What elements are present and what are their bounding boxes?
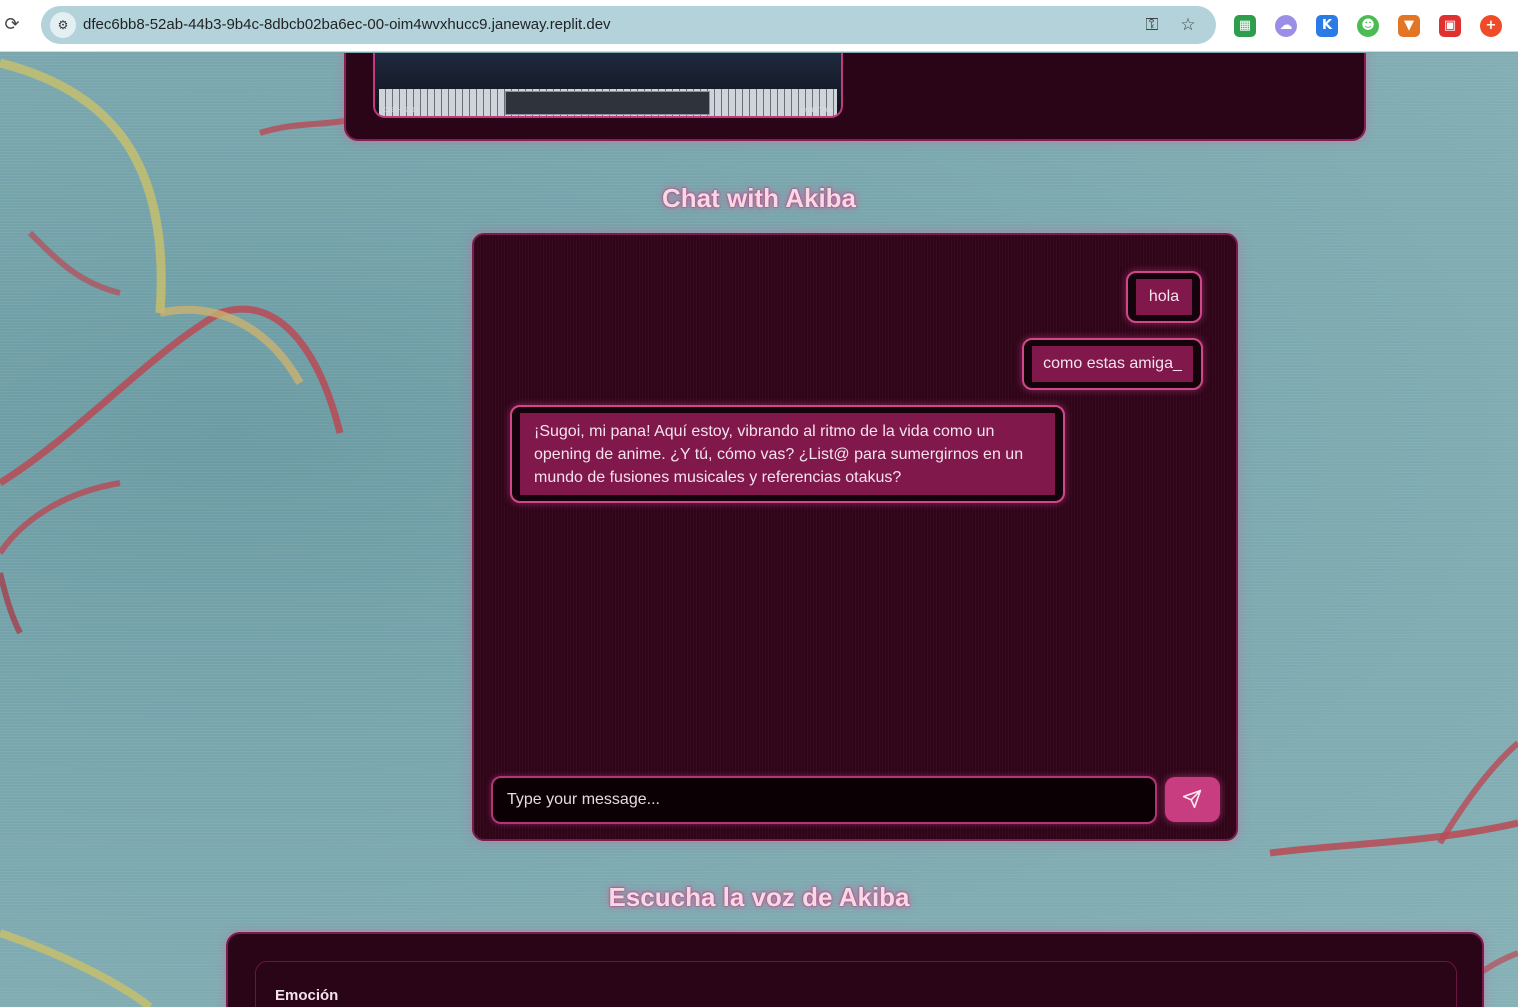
reload-icon[interactable]: ⟳ xyxy=(2,14,22,36)
cassette-deck-art xyxy=(505,91,710,115)
akiba-banner-image: CZECH 2114 CYBERTRON xyxy=(373,53,843,118)
k-extension-icon[interactable]: K xyxy=(1316,15,1338,37)
calendar-extension-icon[interactable]: ▦ xyxy=(1234,15,1256,37)
frog-extension-icon[interactable]: ☻ xyxy=(1357,15,1379,37)
voice-settings-panel: Emoción xyxy=(255,961,1457,1007)
voice-card: Emoción xyxy=(226,932,1484,1007)
browser-toolbar: ⟳ ⚙ dfec6bb8-52ab-44b3-9b4c-8dbcb02ba6ec… xyxy=(0,0,1518,52)
url-text[interactable]: dfec6bb8-52ab-44b3-9b4c-8dbcb02ba6ec-00-… xyxy=(83,16,611,33)
key-icon[interactable]: ⚿ xyxy=(1141,14,1163,36)
plus-extension-icon[interactable]: + xyxy=(1480,15,1502,37)
chat-title: Chat with Akiba xyxy=(661,183,857,213)
address-bar[interactable]: ⚙ dfec6bb8-52ab-44b3-9b4c-8dbcb02ba6ec-0… xyxy=(41,6,1216,44)
fox-extension-icon[interactable]: ▼ xyxy=(1398,15,1420,37)
robot-extension-icon[interactable]: ▣ xyxy=(1439,15,1461,37)
emotion-label: Emoción xyxy=(275,987,339,1004)
chat-message-input[interactable] xyxy=(491,776,1157,824)
chat-window: hola como estas amiga_ ¡Sugoi, mi pana! … xyxy=(472,233,1238,841)
star-icon[interactable]: ☆ xyxy=(1177,14,1199,36)
send-button[interactable] xyxy=(1165,777,1220,822)
image-caption-left: CZECH 2114 xyxy=(383,107,420,114)
assistant-message: ¡Sugoi, mi pana! Aquí estoy, vibrando al… xyxy=(510,405,1065,503)
image-card: CZECH 2114 CYBERTRON xyxy=(344,53,1366,141)
page-content: CZECH 2114 CYBERTRON Chat with Akiba hol… xyxy=(0,53,1518,1007)
user-message: como estas amiga_ xyxy=(1022,338,1203,390)
image-caption-right: CYBERTRON xyxy=(800,107,833,114)
user-message: hola xyxy=(1126,271,1202,323)
send-icon xyxy=(1182,789,1202,809)
cloud-extension-icon[interactable]: ☁ xyxy=(1275,15,1297,37)
site-info-icon[interactable]: ⚙ xyxy=(50,12,76,38)
voice-title: Escucha la voz de Akiba xyxy=(608,882,910,912)
